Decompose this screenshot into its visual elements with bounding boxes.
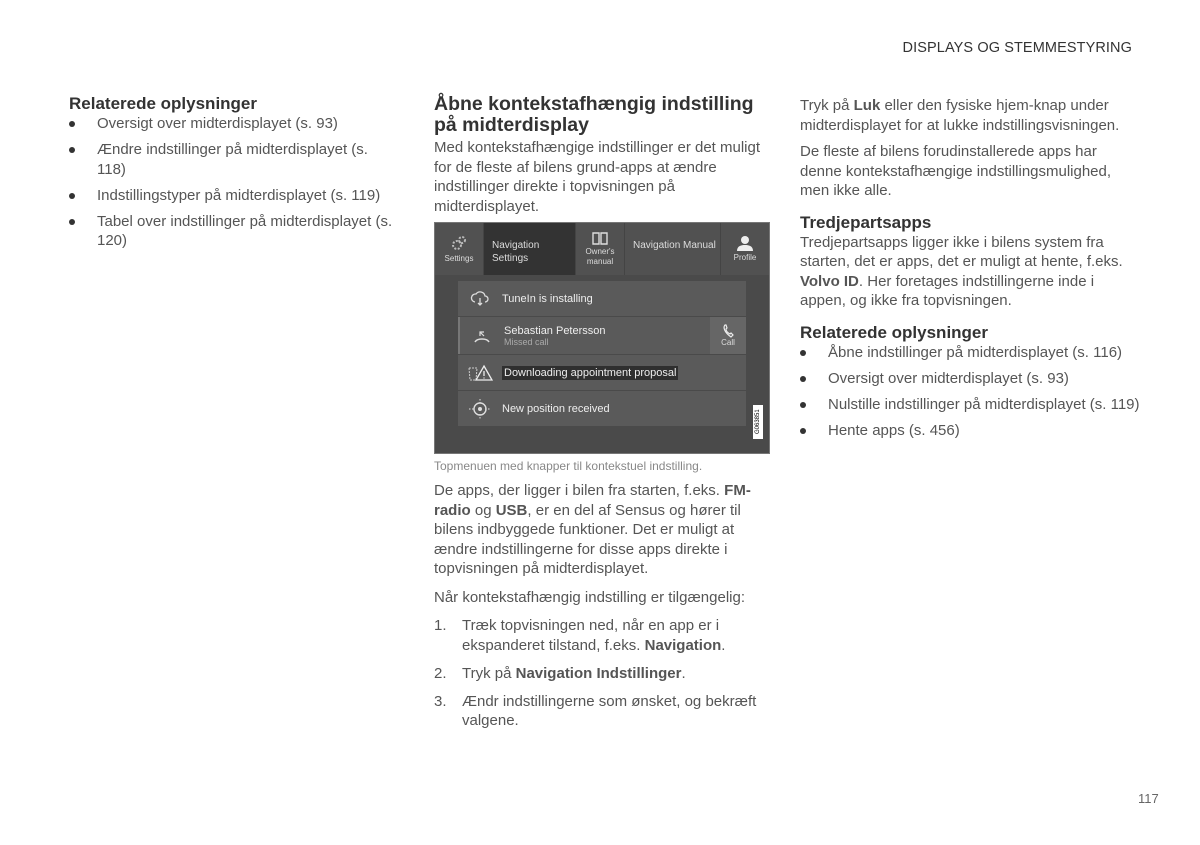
text-run: og	[470, 501, 496, 519]
settings-label: Settings	[444, 254, 474, 263]
notification-title: Downloading appointment proposal	[502, 365, 679, 380]
figure-caption: Topmenuen med knapper til kontekstuel in…	[434, 459, 703, 473]
intro-paragraph: Med kontekstafhængige indstillinger er d…	[434, 139, 761, 215]
position-icon	[469, 398, 491, 419]
gears-icon	[452, 236, 466, 250]
notification-subtitle: Missed call	[504, 336, 549, 347]
notification-title: Sebastian Petersson	[504, 324, 606, 337]
step-item: 3. Ændr indstillingerne som ønsket, og be…	[434, 692, 770, 731]
column-left: Relaterede oplysninger Oversigt over mid…	[69, 94, 399, 257]
bullet-icon	[69, 192, 75, 199]
column-right: Tryk på Luk eller den fysiske hjem-knap …	[800, 96, 1140, 447]
related-link[interactable]: Åbne indstillinger på midterdisplayet (s…	[800, 343, 1140, 363]
text-run: Tryk på	[800, 97, 854, 114]
step-end: .	[681, 664, 686, 682]
related-link-text: Ændre indstillinger på midterdisplayet (…	[97, 141, 368, 178]
steps-list: 1. Træk topvisningen ned, når en app er i…	[434, 616, 770, 731]
related-link-text: Oversigt over midterdisplayet (s. 93)	[828, 369, 1069, 387]
related-link[interactable]: Ændre indstillinger på midterdisplayet (…	[69, 140, 399, 179]
availability-paragraph: Når kontekstafhængig indstilling er tilg…	[434, 588, 746, 606]
related-info-heading: Relaterede oplysninger	[69, 94, 258, 113]
related-link[interactable]: Oversigt over midterdisplayet (s. 93)	[800, 369, 1140, 389]
third-party-heading: Tredjepartsapps	[800, 212, 932, 232]
missed-call-icon	[474, 330, 490, 342]
owners-manual-label: Owner's manual	[585, 246, 615, 266]
call-button: Call	[710, 317, 746, 354]
bullet-icon	[800, 401, 806, 408]
step-text: Tryk på	[462, 664, 516, 682]
book-icon	[592, 231, 608, 245]
page-number: 117	[1138, 791, 1159, 806]
related-info-heading: Relaterede oplysninger	[800, 322, 989, 342]
step-text: Ændr indstillingerne som ønsket, og bekr…	[462, 692, 757, 730]
step-number: 3.	[434, 692, 447, 710]
navigation-settings-button: Navigation Settings	[484, 223, 576, 275]
section-header: DISPLAYS OG STEMMESTYRING	[902, 40, 1132, 56]
related-link-text: Tabel over indstillinger på midterdispla…	[97, 212, 393, 250]
notification-item: TuneIn is installing	[458, 281, 746, 316]
section-heading: Åbne kontekstafhængig indstilling på mid…	[434, 93, 754, 136]
profile-button: Profile	[721, 223, 769, 275]
notification-item: Downloading appointment proposal	[458, 355, 746, 390]
step-number: 1.	[434, 617, 447, 634]
apps-paragraph: De apps, der ligger i bilen fra starten,…	[434, 481, 770, 579]
notification-title: TuneIn is installing	[502, 292, 593, 305]
cloud-download-icon	[470, 290, 489, 306]
center-display-screenshot: Settings Navigation Settings Owner's man…	[434, 222, 770, 454]
related-link-text: Hente apps (s. 456)	[828, 421, 960, 439]
related-link[interactable]: Nulstille indstillinger på midterdisplay…	[800, 395, 1140, 415]
related-link-text: Indstillingstyper på midterdisplayet (s.…	[97, 186, 381, 204]
step-item: 2. Tryk på Navigation Indstillinger.	[434, 664, 770, 684]
bullet-icon	[69, 218, 75, 225]
step-item: 1. Træk topvisningen ned, når en app er i…	[434, 616, 770, 655]
top-menu-bar: Settings Navigation Settings Owner's man…	[435, 223, 769, 275]
bullet-icon	[69, 121, 75, 127]
close-paragraph: Tryk på Luk eller den fysiske hjem-knap …	[800, 96, 1140, 135]
related-link[interactable]: Tabel over indstillinger på midterdispla…	[69, 212, 399, 251]
preinstalled-paragraph: De fleste af bilens forudinstallerede ap…	[800, 143, 1112, 199]
step-number: 2.	[434, 664, 447, 682]
luk-term: Luk	[853, 97, 881, 114]
call-label: Call	[721, 338, 735, 347]
owners-manual-button: Owner's manual	[576, 223, 625, 275]
step-end: .	[721, 636, 726, 654]
related-link[interactable]: Hente apps (s. 456)	[800, 421, 1140, 441]
bullet-icon	[800, 349, 806, 356]
related-link-text: Åbne indstillinger på midterdisplayet (s…	[828, 343, 1123, 361]
image-code: G063851	[753, 405, 763, 439]
volvo-id-term: Volvo ID	[800, 272, 859, 290]
settings-button: Settings	[435, 223, 484, 275]
text-run: Tredjepartsapps ligger ikke i bilens sys…	[800, 233, 1123, 271]
notification-item: Sebastian Petersson Missed call Call	[458, 317, 746, 354]
usb-term: USB	[495, 501, 528, 519]
text-run: De apps, der ligger i bilen fra starten,…	[434, 482, 725, 499]
related-link[interactable]: Indstillingstyper på midterdisplayet (s.…	[69, 186, 399, 206]
bullet-icon	[800, 375, 806, 382]
third-party-paragraph: Tredjepartsapps ligger ikke i bilens sys…	[800, 233, 1140, 311]
related-info-list: Åbne indstillinger på midterdisplayet (s…	[800, 343, 1140, 441]
notification-list: TuneIn is installing Sebastian Petersson…	[458, 281, 746, 427]
step-term: Navigation	[644, 636, 722, 654]
warning-icon	[468, 364, 493, 381]
column-middle: Åbne kontekstafhængig indstilling på mid…	[434, 94, 770, 739]
related-link[interactable]: Oversigt over midterdisplayet (s. 93)	[69, 114, 399, 134]
person-icon	[737, 236, 753, 251]
bullet-icon	[800, 427, 806, 434]
step-term: Navigation Indstillinger	[515, 664, 682, 682]
notification-title: New position received	[502, 402, 610, 415]
bullet-icon	[69, 147, 75, 153]
notification-item: New position received	[458, 391, 746, 426]
phone-icon	[723, 324, 734, 338]
related-link-text: Oversigt over midterdisplayet (s. 93)	[97, 115, 338, 132]
related-info-list: Oversigt over midterdisplayet (s. 93) Æn…	[69, 114, 399, 251]
navigation-manual-button: Navigation Manual	[625, 223, 721, 275]
profile-label: Profile	[733, 253, 757, 262]
related-link-text: Nulstille indstillinger på midterdisplay…	[828, 395, 1140, 413]
